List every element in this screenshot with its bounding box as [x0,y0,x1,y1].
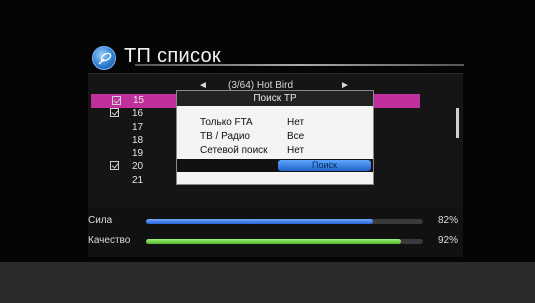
bottom-strip [0,262,535,303]
option-label: Только FTA [200,117,253,128]
row-number: 18 [132,135,144,146]
tp-search-dialog: Поиск ТР Только FTA Нет ТВ / Радио Все С… [176,90,374,185]
option-value[interactable]: Нет [287,145,304,156]
option-fta-only[interactable]: Только FTA Нет [177,117,373,129]
option-tv-radio[interactable]: ТВ / Радио Все [177,131,373,143]
row-number: 15 [133,95,145,106]
row-number: 16 [132,108,144,119]
strength-meter-fill [146,219,374,224]
quality-label: Качество [88,235,131,246]
quality-percent: 92% [438,235,459,246]
option-value[interactable]: Нет [287,117,304,128]
search-button[interactable]: Поиск [278,160,371,171]
row-number: 19 [132,148,144,159]
quality-meter [146,239,423,244]
option-label: Сетевой поиск [200,145,268,156]
title-underline [135,64,464,66]
row-number: 21 [132,175,144,186]
row-number: 17 [132,122,144,133]
checkbox-icon[interactable] [110,108,119,117]
option-network-search[interactable]: Сетевой поиск Нет [177,145,373,157]
strength-percent: 82% [438,215,459,226]
list-scrollbar[interactable] [456,108,459,138]
strength-meter [146,219,423,224]
checkbox-icon[interactable] [112,96,121,105]
checkbox-icon[interactable] [110,161,119,170]
quality-meter-fill [146,239,401,244]
row-number: 20 [132,161,144,172]
satellite-logo-icon [92,46,116,70]
option-value[interactable]: Все [287,131,304,142]
dialog-title: Поиск ТР [177,91,373,106]
search-bar: Поиск [177,159,373,172]
signal-meter-panel [88,208,463,257]
option-label: ТВ / Радио [200,131,250,142]
strength-label: Сила [88,215,113,226]
